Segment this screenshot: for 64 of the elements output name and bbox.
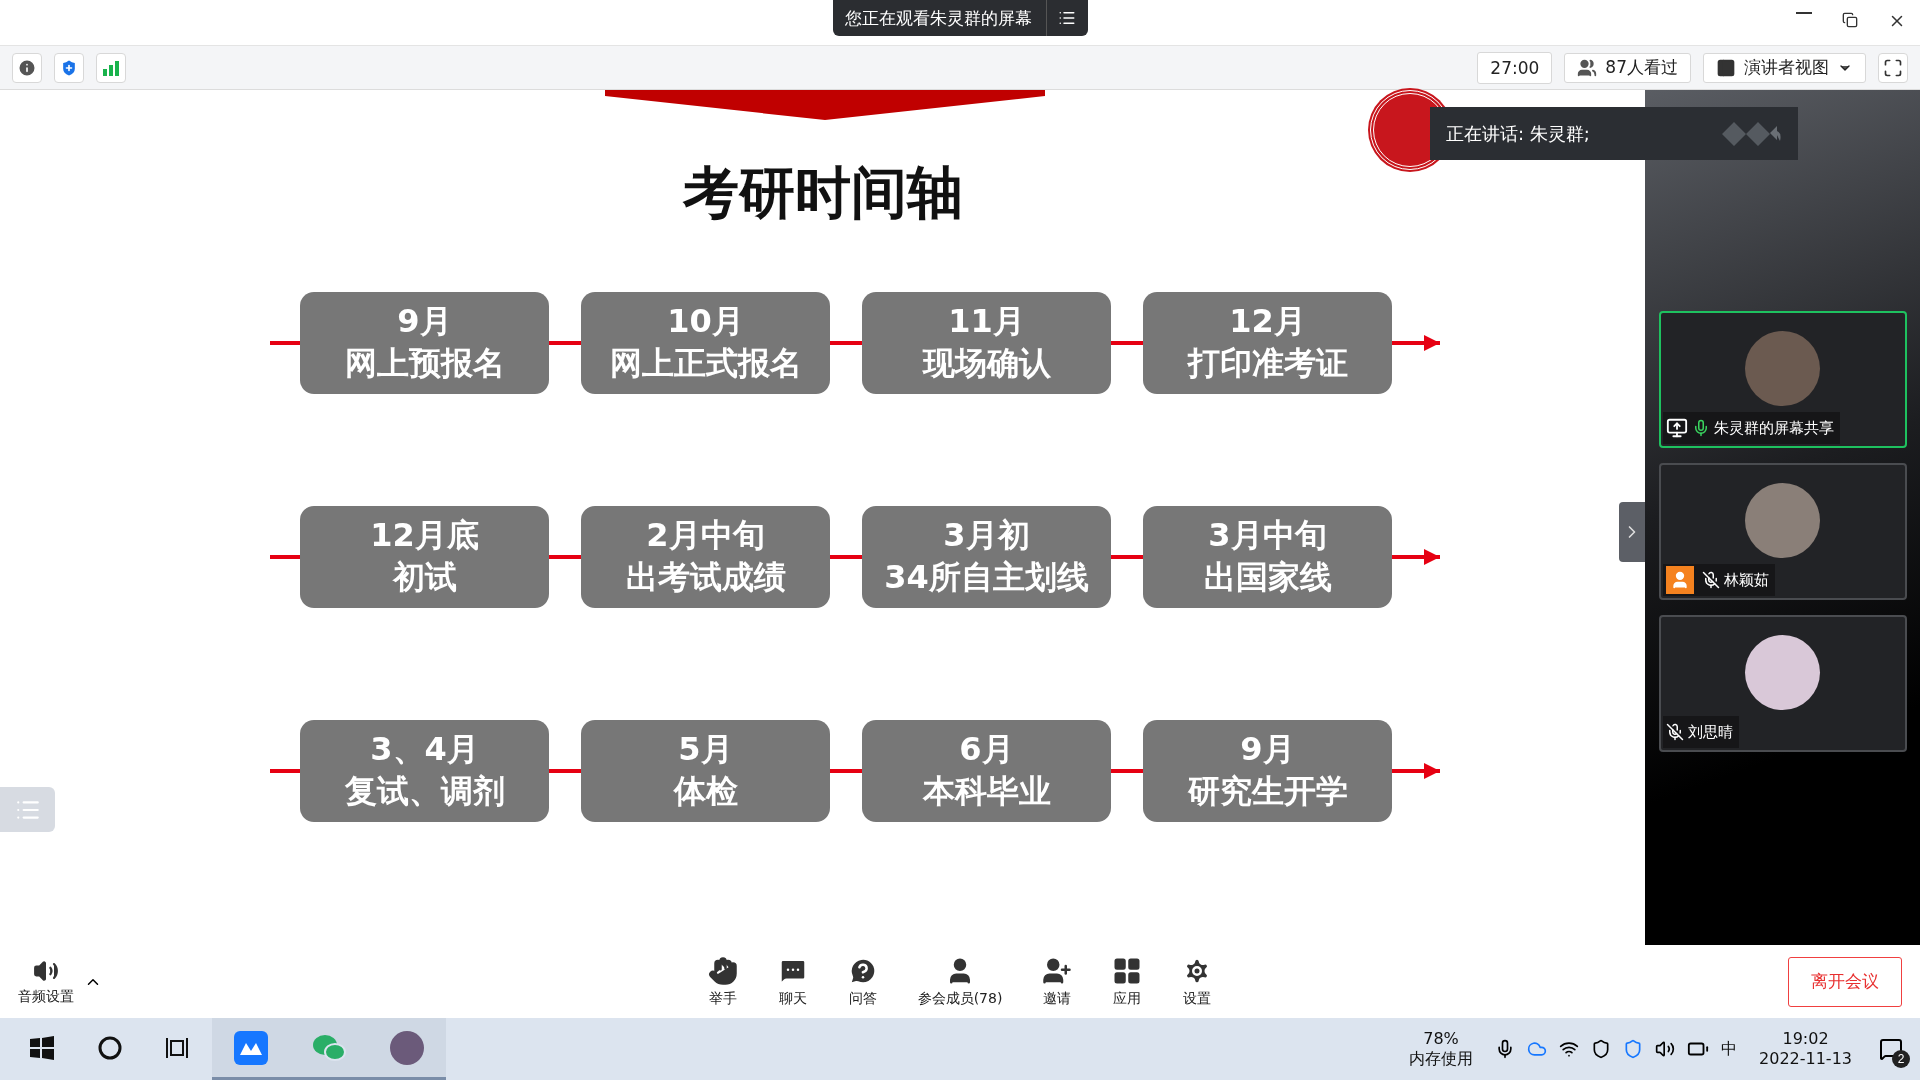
participant-name: 林颖茹	[1723, 570, 1769, 590]
minimize-icon	[1796, 12, 1812, 14]
clock-date: 2022-11-13	[1759, 1049, 1852, 1069]
timeline-box: 11月 现场确认	[862, 292, 1111, 394]
audio-settings-button[interactable]: 音频设置	[18, 957, 74, 1006]
speaking-text: 正在讲话: 朱灵群;	[1446, 121, 1591, 146]
leave-meeting-button[interactable]: 离开会议	[1788, 956, 1902, 1007]
timeline-box: 2月中旬 出考试成绩	[581, 506, 830, 608]
volume-icon[interactable]	[1655, 1039, 1675, 1059]
participant-tile[interactable]: 朱灵群的屏幕共享	[1658, 311, 1907, 448]
timeline-box: 5月 体检	[581, 720, 830, 822]
timeline-box: 12月底 初试	[300, 506, 549, 608]
toolbar-button[interactable]: 问答	[843, 955, 882, 1008]
taskbar-app[interactable]	[368, 1018, 446, 1080]
participant-tile[interactable]: 刘思晴	[1658, 615, 1907, 752]
input-method[interactable]: 中	[1721, 1039, 1737, 1059]
meeting-app-icon	[234, 1030, 268, 1065]
people-icon	[1577, 57, 1598, 78]
windows-logo-icon	[30, 1035, 54, 1060]
timeline-box: 3、4月 复试、调剂	[300, 720, 549, 822]
toolbar-button[interactable]: 聊天	[773, 955, 812, 1008]
clock-time: 19:02	[1782, 1029, 1829, 1049]
participant-name: 刘思晴	[1687, 722, 1733, 742]
menu-icon	[1058, 9, 1076, 27]
fullscreen-icon	[1883, 57, 1903, 78]
notification-count: 2	[1892, 1050, 1910, 1068]
toolbar-button[interactable]: 设置	[1178, 955, 1217, 1008]
timeline-box: 12月 打印准考证	[1143, 292, 1392, 394]
security-button[interactable]	[54, 52, 84, 83]
wifi-icon[interactable]	[1559, 1039, 1579, 1059]
participant-tile[interactable]: 林颖茹	[1658, 463, 1907, 600]
memory-label: 内存使用	[1409, 1049, 1473, 1069]
meeting-timer: 27:00	[1477, 51, 1553, 84]
notification-button[interactable]: 2	[1874, 1032, 1908, 1066]
circle-icon	[98, 1035, 122, 1060]
hand-icon	[707, 955, 738, 986]
signal-button[interactable]	[96, 52, 126, 83]
restore-icon	[1842, 12, 1858, 28]
participant-name: 朱灵群的屏幕共享	[1713, 418, 1834, 438]
timeline-box: 3月初 34所自主划线	[862, 506, 1111, 608]
signal-bars-icon	[102, 59, 120, 76]
task-view-icon	[165, 1035, 191, 1060]
info-icon	[17, 57, 37, 78]
cloud-icon[interactable]	[1527, 1039, 1547, 1059]
memory-percent: 78%	[1423, 1029, 1459, 1049]
timeline-box: 9月 研究生开学	[1143, 720, 1392, 822]
toolbar-button[interactable]: 举手	[703, 955, 742, 1008]
mic-icon[interactable]	[1495, 1039, 1515, 1059]
timeline-box: 9月 网上预报名	[300, 292, 549, 394]
timeline-box: 10月 网上正式报名	[581, 292, 830, 394]
fullscreen-button[interactable]	[1878, 52, 1908, 83]
viewers-button[interactable]: 87人看过	[1564, 52, 1691, 83]
banner-text: 您正在观看朱灵群的屏幕	[843, 6, 1033, 30]
toolbar-button[interactable]: 邀请	[1038, 955, 1077, 1008]
shield-icon[interactable]	[1591, 1039, 1611, 1059]
toolbar-button[interactable]: 应用	[1108, 955, 1147, 1008]
slide-title: 考研时间轴	[682, 159, 963, 227]
toolbar-button[interactable]: 参会成员(78)	[913, 955, 1007, 1008]
view-mode-dropdown[interactable]: 演讲者视图	[1703, 52, 1866, 83]
timeline-box: 3月中旬 出国家线	[1143, 506, 1392, 608]
taskbar-app[interactable]	[212, 1018, 290, 1080]
info-button[interactable]	[12, 52, 42, 83]
timeline-box: 6月 本科毕业	[862, 720, 1111, 822]
photo-placeholder	[390, 1030, 424, 1065]
